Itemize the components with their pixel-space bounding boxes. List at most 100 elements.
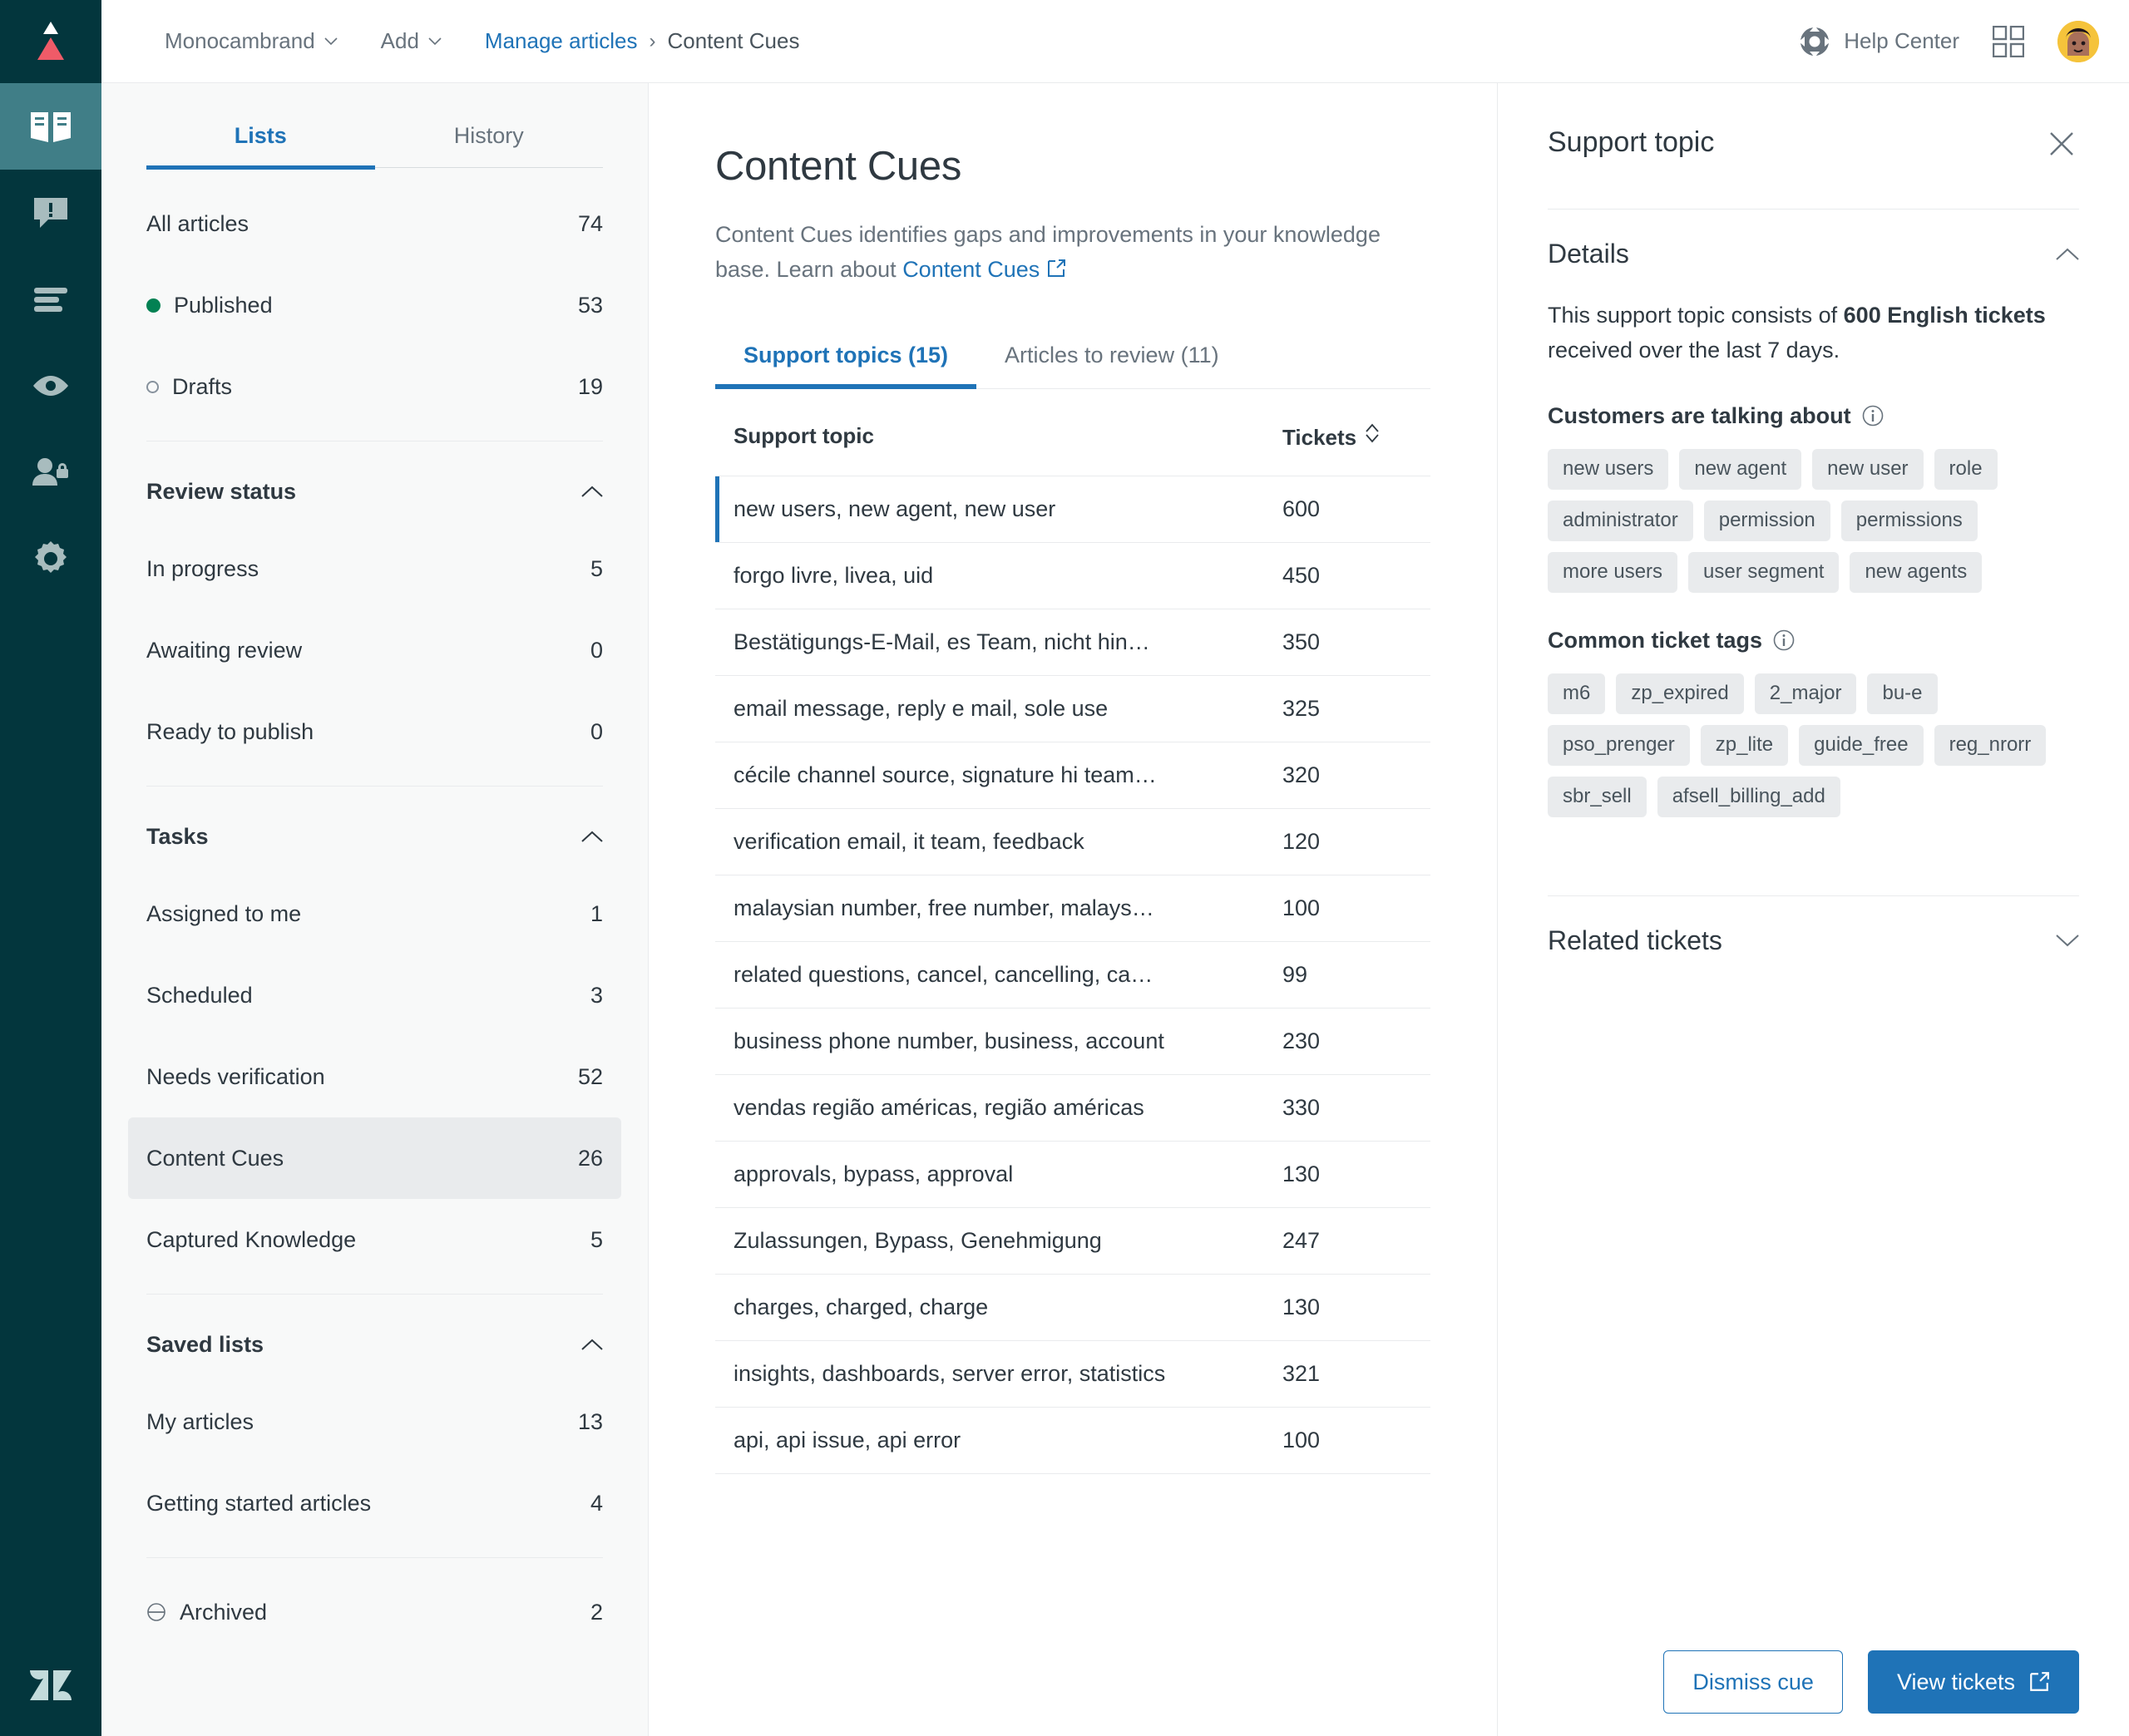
talking-about-heading-row: Customers are talking about	[1548, 403, 2079, 429]
table-row[interactable]: cécile channel source, signature hi team…	[715, 742, 1430, 809]
table-row[interactable]: forgo livre, livea, uid 450	[715, 542, 1430, 609]
product-logo	[0, 0, 101, 83]
review-status-items: In progress 5 Awaiting review 0 Ready to…	[146, 528, 603, 772]
cell-tickets: 247	[1264, 1207, 1430, 1275]
sidebar-item-awaiting-review[interactable]: Awaiting review 0	[128, 609, 621, 691]
sidebar-item-in-progress[interactable]: In progress 5	[128, 528, 621, 609]
sidebar-item-archived[interactable]: Archived 2	[128, 1571, 621, 1653]
sort-icon	[1366, 423, 1379, 443]
info-icon[interactable]	[1862, 405, 1884, 427]
draft-dot-icon	[146, 380, 159, 393]
view-tickets-button[interactable]: View tickets	[1867, 1650, 2079, 1714]
sidebar-item-permissions[interactable]	[0, 429, 101, 515]
top-bar-left: Monocambrand Add Manage articles › Conte…	[101, 28, 799, 54]
column-header-support-topic: Support topic	[715, 393, 1264, 476]
table-row[interactable]: verification email, it team, feedback 120	[715, 808, 1430, 875]
info-icon[interactable]	[1773, 629, 1795, 651]
cell-support-topic: vendas região américas, região américas	[715, 1074, 1264, 1142]
sidebar-item-scheduled[interactable]: Scheduled 3	[128, 954, 621, 1036]
cell-tickets: 130	[1264, 1274, 1430, 1341]
section-saved-lists[interactable]: Saved lists	[146, 1308, 603, 1381]
close-panel-button[interactable]	[2044, 126, 2079, 165]
avatar[interactable]	[2057, 20, 2099, 62]
sidebar-item-count: 13	[577, 1408, 603, 1434]
sidebar-item-label: Assigned to me	[146, 900, 302, 926]
table-row[interactable]: insights, dashboards, server error, stat…	[715, 1340, 1430, 1408]
cell-support-topic: verification email, it team, feedback	[715, 808, 1264, 875]
support-topics-table: Support topic Tickets new users, new age…	[715, 393, 1430, 1474]
help-center-label: Help Center	[1844, 28, 1959, 53]
sidebar-item-count: 5	[590, 1226, 603, 1252]
chevron-up-icon	[581, 486, 603, 497]
details-bold-text: 600 English tickets	[1843, 303, 2046, 328]
sidebar-item-views[interactable]	[0, 343, 101, 429]
sidebar-item-my-articles[interactable]: My articles 13	[128, 1381, 621, 1462]
sidebar-item-knowledge[interactable]	[0, 83, 101, 170]
sidebar-item-label: Published	[174, 292, 273, 318]
table-row[interactable]: email message, reply e mail, sole use 325	[715, 675, 1430, 742]
tab-history[interactable]: History	[375, 103, 604, 167]
table-row[interactable]: Zulassungen, Bypass, Genehmigung 247	[715, 1207, 1430, 1275]
table-row[interactable]: api, api issue, api error 100	[715, 1407, 1430, 1474]
sidebar-item-settings[interactable]	[0, 515, 101, 602]
cell-support-topic: business phone number, business, account	[715, 1008, 1264, 1075]
help-center-button[interactable]: Help Center	[1799, 25, 1959, 57]
external-link-icon	[2030, 1672, 2049, 1691]
main-tabs: Support topics (15) Articles to review (…	[715, 324, 1430, 389]
lifebuoy-icon	[1799, 25, 1831, 57]
section-review-status[interactable]: Review status	[146, 455, 603, 528]
table-row[interactable]: related questions, cancel, cancelling, c…	[715, 941, 1430, 1009]
tab-lists[interactable]: Lists	[146, 103, 375, 170]
talking-about-chip: permission	[1703, 500, 1830, 541]
add-menu[interactable]: Add	[381, 28, 442, 54]
ticket-tag-chip: zp_lite	[1700, 724, 1789, 766]
details-accordion-header[interactable]: Details	[1548, 209, 2079, 298]
column-header-tickets[interactable]: Tickets	[1264, 393, 1430, 476]
sidebar-item-assigned-to-me[interactable]: Assigned to me 1	[128, 873, 621, 954]
cell-support-topic: Bestätigungs-E-Mail, es Team, nicht hin…	[715, 609, 1264, 676]
cell-support-topic: charges, charged, charge	[715, 1274, 1264, 1341]
table-row[interactable]: approvals, bypass, approval 130	[715, 1141, 1430, 1208]
sidebar-item-content-cues[interactable]: Content Cues 26	[128, 1117, 621, 1199]
cell-tickets: 99	[1264, 941, 1430, 1009]
main-inner: Content Cues Content Cues identifies gap…	[649, 83, 1497, 1474]
tab-articles-to-review[interactable]: Articles to review (11)	[976, 324, 1247, 388]
table-row[interactable]: new users, new agent, new user 600	[715, 476, 1430, 543]
table-row[interactable]: Bestätigungs-E-Mail, es Team, nicht hin……	[715, 609, 1430, 676]
sidebar-item-published[interactable]: Published 53	[128, 264, 621, 346]
sidebar-item-count: 4	[590, 1490, 603, 1516]
info-circle-icon	[1773, 629, 1795, 651]
products-grid-button[interactable]	[1993, 25, 2024, 57]
sidebar-item-all-articles[interactable]: All articles 74	[128, 183, 621, 264]
content-cues-learn-link[interactable]: Content Cues	[902, 257, 1040, 282]
sidebar-item-lists[interactable]	[0, 256, 101, 343]
sidebar-item-label-wrap: Drafts	[146, 374, 578, 400]
sidebar-item-ready-to-publish[interactable]: Ready to publish 0	[128, 691, 621, 772]
feedback-icon	[34, 198, 67, 228]
details-pre-text: This support topic consists of	[1548, 303, 1844, 328]
sidebar-item-drafts[interactable]: Drafts 19	[128, 346, 621, 427]
sidebar-item-feedback[interactable]	[0, 170, 101, 256]
panel-title: Support topic	[1548, 126, 1715, 158]
main-content: Content Cues Content Cues identifies gap…	[649, 0, 1497, 1736]
sidebar-item-getting-started-articles[interactable]: Getting started articles 4	[128, 1462, 621, 1544]
table-row[interactable]: malaysian number, free number, malays… 10…	[715, 875, 1430, 942]
eye-icon	[33, 376, 68, 396]
sidebar-item-captured-knowledge[interactable]: Captured Knowledge 5	[128, 1199, 621, 1280]
breadcrumb: Manage articles › Content Cues	[485, 28, 800, 54]
ticket-tag-chip: m6	[1548, 673, 1606, 714]
cell-support-topic: forgo livre, livea, uid	[715, 542, 1264, 609]
sidebar-item-label: Content Cues	[146, 1145, 284, 1171]
zendesk-logo	[0, 1628, 101, 1736]
tab-support-topics[interactable]: Support topics (15)	[715, 324, 977, 389]
panel-inner: Support topic Details This support topic…	[1498, 83, 2129, 985]
sidebar-item-needs-verification[interactable]: Needs verification 52	[128, 1036, 621, 1117]
related-tickets-accordion-header[interactable]: Related tickets	[1548, 895, 2079, 985]
dismiss-cue-button[interactable]: Dismiss cue	[1663, 1650, 1843, 1714]
breadcrumb-manage-articles[interactable]: Manage articles	[485, 28, 638, 54]
table-row[interactable]: business phone number, business, account…	[715, 1008, 1430, 1075]
table-row[interactable]: vendas região américas, região américas 3…	[715, 1074, 1430, 1142]
section-tasks[interactable]: Tasks	[146, 800, 603, 873]
table-row[interactable]: charges, charged, charge 130	[715, 1274, 1430, 1341]
brand-menu[interactable]: Monocambrand	[165, 28, 338, 54]
